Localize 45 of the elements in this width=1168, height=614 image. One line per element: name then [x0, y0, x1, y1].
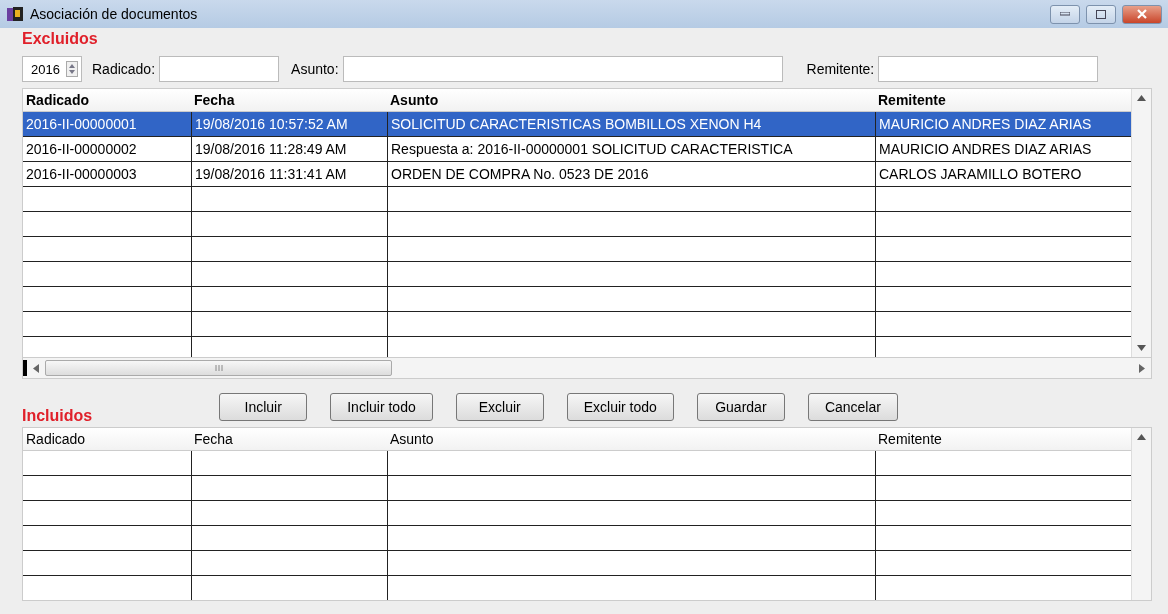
- section-heading: Excluidos: [22, 30, 99, 48]
- action-button[interactable]: Excluir todo: [566, 393, 674, 421]
- close-button[interactable]: [1122, 4, 1162, 24]
- vertical-scrollbar[interactable]: [1131, 89, 1151, 357]
- field-label: Remitente:: [806, 61, 875, 77]
- app-icon: [6, 5, 24, 23]
- table-cell: 19/08/2016 11:28:49 AM: [191, 137, 387, 162]
- spinner-arrows-icon: [66, 61, 78, 77]
- maximize-icon: [1096, 9, 1106, 19]
- grip-icon: [214, 365, 223, 371]
- table-cell: SOLICITUD CARACTERISTICAS BOMBILLOS XENON H4: [387, 112, 875, 137]
- asunto-input[interactable]: [342, 56, 783, 82]
- radicado-input[interactable]: [159, 56, 280, 82]
- action-button[interactable]: Incluir todo: [330, 393, 433, 421]
- year-spinner[interactable]: 2016: [22, 56, 82, 82]
- scroll-marker-icon: [23, 360, 27, 376]
- action-button[interactable]: Incluir: [219, 393, 308, 421]
- action-button[interactable]: Cancelar: [807, 393, 898, 421]
- down-arrow-icon[interactable]: [1137, 345, 1146, 351]
- section-heading: Incluidos: [22, 407, 93, 425]
- action-button[interactable]: Excluir: [455, 393, 544, 421]
- table-cell: Respuesta a: 2016-II-00000001 SOLICITUD CARACTERISTICA: [387, 137, 875, 162]
- remitente-input[interactable]: [878, 56, 1099, 82]
- window-title: Asociación de documentos: [30, 6, 199, 22]
- scroll-thumb[interactable]: [45, 360, 392, 376]
- field-label: Radicado:: [92, 61, 156, 77]
- minimize-button[interactable]: [1050, 4, 1080, 24]
- table-cell: MAURICIO ANDRES DIAZ ARIAS: [875, 137, 1131, 162]
- field-label: Asunto:: [291, 61, 339, 77]
- up-arrow-icon[interactable]: [1137, 95, 1146, 101]
- action-button[interactable]: Guardar: [696, 393, 785, 421]
- table-cell: 19/08/2016 10:57:52 AM: [191, 112, 387, 137]
- maximize-button[interactable]: [1086, 4, 1116, 24]
- horizontal-scrollbar[interactable]: [22, 358, 1152, 379]
- up-arrow-icon[interactable]: [1137, 434, 1146, 440]
- table-cell: CARLOS JARAMILLO BOTERO: [875, 162, 1131, 187]
- table-cell: ORDEN DE COMPRA No. 0523 DE 2016: [387, 162, 875, 187]
- left-arrow-icon: [33, 363, 39, 373]
- close-icon: [1137, 9, 1147, 19]
- minimize-icon: [1060, 12, 1070, 16]
- table-cell: 19/08/2016 11:31:41 AM: [191, 162, 387, 187]
- table-cell: MAURICIO ANDRES DIAZ ARIAS: [875, 112, 1131, 137]
- table-cell: 2016-II-00000001: [23, 112, 191, 137]
- vertical-scrollbar[interactable]: [1131, 428, 1151, 600]
- right-arrow-icon: [1139, 363, 1145, 373]
